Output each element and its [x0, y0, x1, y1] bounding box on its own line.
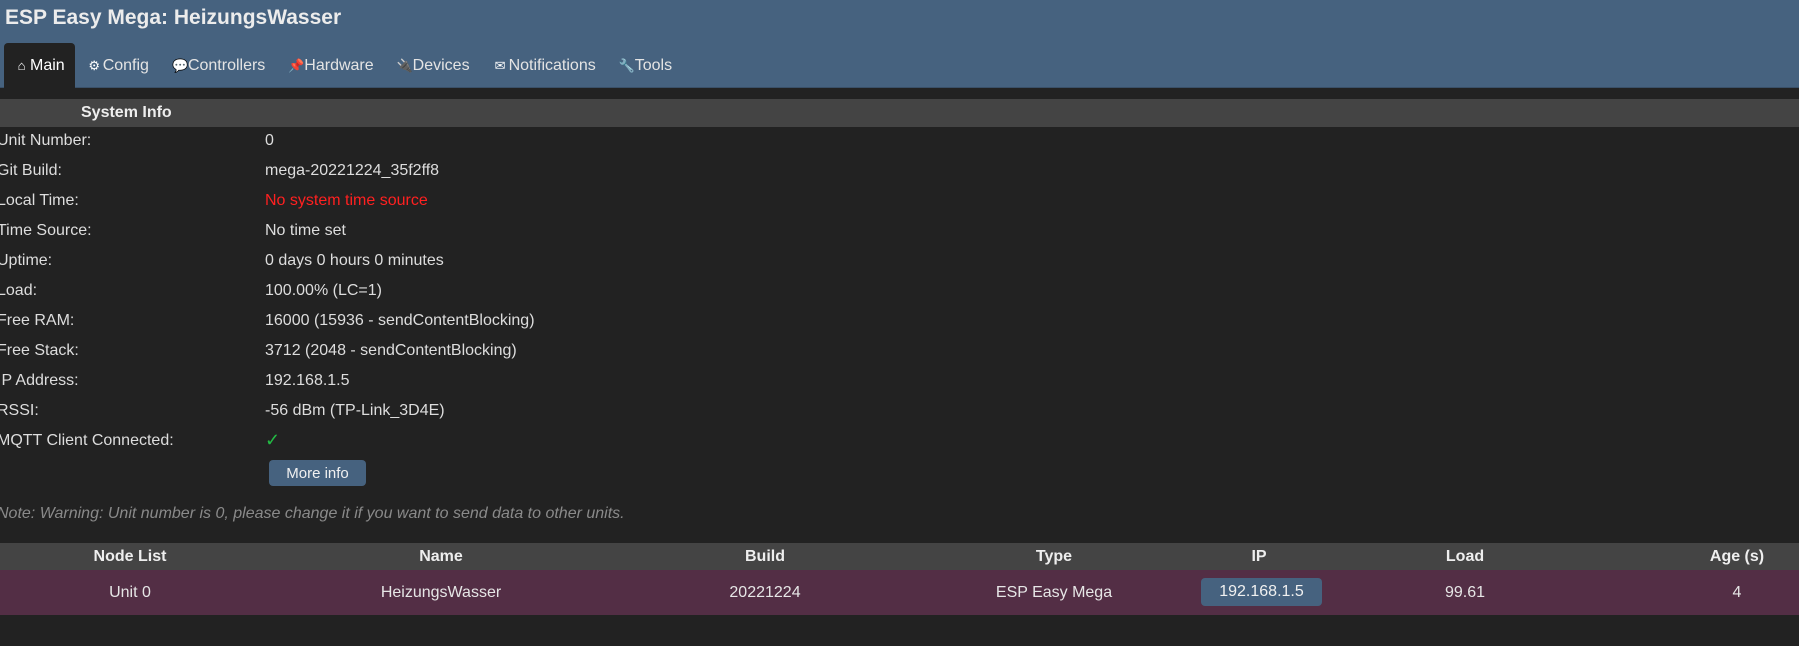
info-value: 100.00% (LC=1)	[265, 282, 382, 299]
column-header-node-list: Node List	[93, 548, 167, 565]
node-unit-cell: Unit 0	[109, 584, 151, 601]
info-label: Load:	[0, 282, 38, 299]
tab-tools[interactable]: 🔧 Tools	[608, 43, 683, 88]
tab-hardware-label: Hardware	[304, 56, 374, 74]
info-row-uptime: Uptime: 0 days 0 hours 0 minutes	[0, 247, 800, 277]
system-info-table: Unit Number: 0 Git Build: mega-20221224_…	[0, 127, 800, 457]
pushpin-icon: 📌	[288, 57, 305, 73]
tab-main-label: Main	[30, 56, 65, 74]
section-title: System Info	[81, 104, 172, 121]
speech-bubble-icon: 💬	[171, 57, 189, 73]
tab-main[interactable]: ⌂ Main	[4, 43, 75, 88]
more-info-button[interactable]: More info	[269, 460, 366, 486]
info-value: 192.168.1.5	[265, 372, 350, 389]
node-load-cell: 99.61	[1444, 584, 1486, 601]
info-label: Local Time:	[0, 192, 79, 209]
info-row-time-source: Time Source: No time set	[0, 217, 800, 247]
info-row-free-ram: Free RAM: 16000 (15936 - sendContentBloc…	[0, 307, 800, 337]
info-row-load: Load: 100.00% (LC=1)	[0, 277, 800, 307]
warning-note: Note: Warning: Unit number is 0, please …	[0, 505, 625, 522]
info-label: Free Stack:	[0, 342, 79, 359]
info-label: Unit Number:	[0, 132, 92, 149]
info-value: 3712 (2048 - sendContentBlocking)	[265, 342, 517, 359]
home-icon: ⌂	[17, 58, 26, 73]
tab-devices-label: Devices	[412, 56, 470, 74]
node-build-cell: 20221224	[729, 584, 801, 601]
info-row-free-stack: Free Stack: 3712 (2048 - sendContentBloc…	[0, 337, 800, 367]
column-header-age: Age (s)	[1709, 548, 1765, 565]
table-row: Unit 0 HeizungsWasser 20221224 ESP Easy …	[0, 570, 1799, 615]
envelope-icon: ✉	[494, 57, 506, 73]
tab-notifications-label: Notifications	[508, 56, 596, 74]
info-row-rssi: RSSI: -56 dBm (TP-Link_3D4E)	[0, 397, 800, 427]
column-header-build: Build	[745, 548, 785, 565]
info-label: Git Build:	[0, 162, 62, 179]
column-header-name: Name	[419, 548, 463, 565]
info-value: mega-20221224_35f2ff8	[265, 162, 440, 179]
column-header-load: Load	[1445, 548, 1485, 565]
tab-controllers[interactable]: 💬 Controllers	[161, 43, 276, 88]
node-name-cell: HeizungsWasser	[380, 584, 502, 601]
info-label: Uptime:	[0, 252, 53, 269]
tab-hardware[interactable]: 📌 Hardware	[277, 43, 384, 88]
node-age-cell: 4	[1732, 584, 1742, 601]
node-type-cell: ESP Easy Mega	[995, 584, 1113, 601]
info-label: Time Source:	[0, 222, 92, 239]
info-row-local-time: Local Time: No system time source	[0, 187, 800, 217]
tab-config-label: Config	[102, 56, 149, 74]
info-row-ip-address: IP Address: 192.168.1.5	[0, 367, 800, 397]
info-value: 16000 (15936 - sendContentBlocking)	[265, 312, 535, 329]
main-menu: ⌂ Main ⚙ Config 💬 Controllers 📌 Hardware…	[4, 43, 684, 88]
info-label: MQTT Client Connected:	[0, 432, 174, 449]
checkmark-icon: ✓	[265, 430, 281, 450]
node-list-header-row: Node List Name Build Type IP Load Age (s…	[0, 543, 1799, 570]
info-label: IP Address:	[0, 372, 79, 389]
tab-devices[interactable]: 🔌 Devices	[386, 43, 481, 88]
info-value: 0 days 0 hours 0 minutes	[265, 252, 444, 269]
info-value-warning: No system time source	[265, 192, 428, 209]
column-header-ip: IP	[1251, 548, 1267, 565]
node-list-table: Node List Name Build Type IP Load Age (s…	[0, 543, 1799, 615]
plug-icon: 🔌	[396, 57, 413, 73]
info-value: -56 dBm (TP-Link_3D4E)	[265, 402, 445, 419]
tab-config[interactable]: ⚙ Config	[76, 43, 160, 88]
wrench-icon: 🔧	[618, 57, 635, 73]
info-row-git-build: Git Build: mega-20221224_35f2ff8	[0, 157, 800, 187]
gear-icon: ⚙	[88, 57, 101, 73]
info-row-mqtt-connected: MQTT Client Connected: ✓	[0, 427, 800, 457]
app-title: ESP Easy Mega: HeizungsWasser	[5, 6, 342, 29]
column-header-type: Type	[1035, 548, 1073, 565]
info-value: 0	[265, 132, 274, 149]
info-label: Free RAM:	[0, 312, 75, 329]
system-info-header: System Info	[0, 99, 1799, 127]
node-ip-link-button[interactable]: 192.168.1.5	[1201, 578, 1322, 606]
header-bar: ESP Easy Mega: HeizungsWasser ⌂ Main ⚙ C…	[0, 0, 1799, 88]
tab-controllers-label: Controllers	[187, 56, 266, 74]
tab-tools-label: Tools	[634, 56, 673, 74]
info-value: No time set	[265, 222, 346, 239]
info-row-unit-number: Unit Number: 0	[0, 127, 800, 157]
tab-notifications[interactable]: ✉ Notifications	[482, 43, 607, 88]
info-label: RSSI:	[0, 402, 39, 419]
